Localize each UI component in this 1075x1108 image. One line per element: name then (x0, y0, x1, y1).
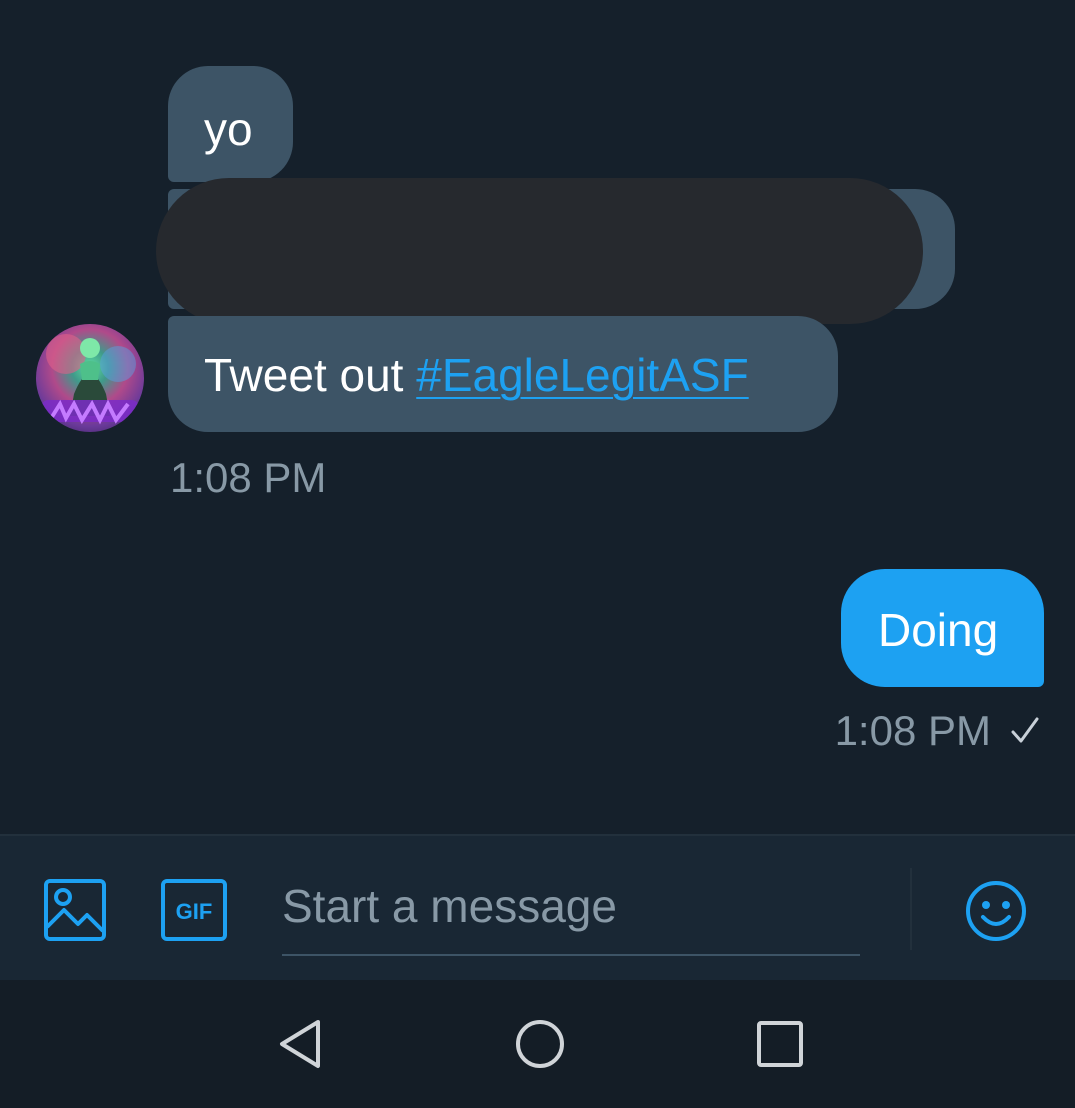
dm-conversation-screen: yo Tweet out #EagleLegitASF 1:08 PM Doin… (0, 0, 1075, 1108)
message-input[interactable] (282, 858, 860, 956)
avatar-image (42, 334, 138, 425)
message-text: Tweet out (204, 349, 417, 401)
message-thread: yo Tweet out #EagleLegitASF 1:08 PM Doin… (0, 0, 1075, 834)
hashtag-link[interactable]: #EagleLegitASF (416, 349, 748, 401)
sender-avatar[interactable] (36, 324, 144, 432)
outgoing-message-bubble[interactable]: Doing (841, 569, 1044, 687)
image-icon[interactable] (44, 879, 106, 941)
incoming-message-bubble[interactable]: Tweet out #EagleLegitASF (168, 316, 838, 432)
redaction-overlay (156, 178, 923, 324)
message-timestamp: 1:08 PM (834, 707, 991, 754)
message-text: yo (204, 103, 253, 155)
outgoing-status: 1:08 PM (835, 707, 1041, 755)
gif-icon[interactable]: GIF (161, 879, 227, 941)
system-navigation-bar (0, 980, 1075, 1108)
nav-home-icon[interactable] (514, 1018, 566, 1070)
check-icon (1011, 717, 1039, 743)
message-text: Doing (878, 604, 999, 656)
message-timestamp: 1:08 PM (170, 454, 327, 501)
incoming-message-bubble[interactable]: yo (168, 66, 293, 182)
emoji-icon[interactable] (964, 879, 1028, 943)
message-composer: GIF (0, 834, 1075, 980)
nav-recents-icon[interactable] (756, 1020, 804, 1068)
gif-icon-label: GIF (176, 899, 213, 924)
nav-back-icon[interactable] (276, 1018, 324, 1070)
composer-divider (910, 868, 912, 950)
